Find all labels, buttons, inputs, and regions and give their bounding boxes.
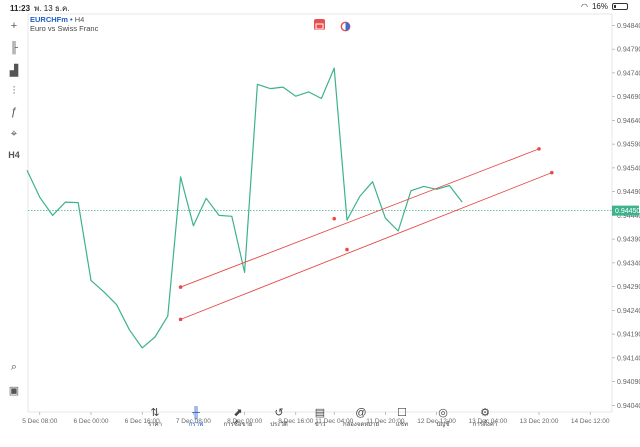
nav-chat-icon: ☐	[397, 407, 407, 419]
y-tick-label: 0.94840	[617, 23, 640, 30]
nav-chart-label: กราฟ	[188, 422, 204, 428]
nav-mailbox-icon: @	[355, 407, 367, 419]
nav-trade[interactable]: ⬈ การซื้อขาย	[215, 408, 261, 429]
price-chart[interactable]: 0.94840 0.94790 0.94740 0.94690 0.94640 0.945…	[0, 0, 640, 447]
nav-history-label: ประวัติ	[270, 422, 288, 428]
current-price-label: 0.94450	[615, 208, 640, 215]
y-tick-label: 0.94290	[617, 284, 640, 291]
nav-settings[interactable]: ⚙ การตั้งค่า	[462, 408, 508, 429]
channel-anchor-point[interactable]	[537, 147, 541, 151]
y-tick-label: 0.94090	[617, 379, 640, 386]
y-tick-label: 0.94340	[617, 260, 640, 267]
y-tick-label: 0.94690	[617, 94, 640, 101]
x-tick-label: 6 Dec 00:00	[73, 418, 108, 425]
y-tick-label: 0.94240	[617, 308, 640, 315]
channel-anchor-point[interactable]	[332, 216, 337, 221]
nav-history[interactable]: ↺ ประวัติ	[256, 408, 302, 429]
x-tick-label: 5 Dec 08:00	[22, 418, 57, 425]
channel-anchor-point[interactable]	[178, 285, 183, 289]
nav-quotes[interactable]: ⇅ ราคา	[132, 408, 178, 429]
x-tick-label: 14 Dec 12:00	[571, 418, 610, 425]
nav-history-icon: ↺	[274, 407, 284, 419]
nav-chat[interactable]: ☐ แชท	[379, 408, 425, 429]
nav-settings-icon: ⚙	[480, 407, 490, 419]
nav-quotes-label: ราคา	[148, 422, 162, 428]
x-tick-label: 13 Dec 20:00	[520, 418, 559, 425]
y-tick-label: 0.94490	[617, 189, 640, 196]
y-tick-label: 0.94790	[617, 47, 640, 54]
nav-chart[interactable]: ╫ กราฟ	[173, 408, 219, 429]
nav-trade-label: การซื้อขาย	[223, 422, 253, 428]
channel-anchor-point[interactable]	[345, 247, 349, 252]
nav-mailbox[interactable]: @ กล่องจดหมาย	[338, 408, 384, 429]
nav-news-icon: ▤	[314, 407, 326, 419]
channel-line-2[interactable]	[180, 172, 552, 320]
nav-accounts-icon: ◎	[438, 407, 448, 419]
y-tick-label: 0.94590	[617, 142, 640, 149]
y-tick-label: 0.94740	[617, 70, 640, 77]
nav-news[interactable]: ▤ ข่าว	[297, 408, 343, 429]
nav-mailbox-label: กล่องจดหมาย	[342, 422, 380, 428]
y-tick-label: 0.94390	[617, 237, 640, 244]
nav-settings-label: การตั้งค่า	[472, 422, 498, 428]
channel-anchor-point[interactable]	[550, 170, 554, 175]
channel-anchor-point[interactable]	[178, 317, 183, 322]
nav-news-label: ข่าว	[314, 422, 326, 428]
y-tick-label: 0.94140	[617, 355, 640, 362]
y-tick-label: 0.94040	[617, 403, 640, 410]
y-tick-label: 0.94640	[617, 118, 640, 125]
y-tick-label: 0.94190	[617, 332, 640, 339]
nav-chart-icon: ╫	[192, 407, 200, 419]
y-tick-label: 0.94540	[617, 165, 640, 172]
nav-accounts-label: บัญชี	[436, 422, 450, 428]
nav-quotes-icon: ⇅	[150, 407, 160, 419]
nav-chat-label: แชท	[396, 422, 408, 428]
bottom-navigation: ⇅ ราคา ╫ กราฟ ⬈ การซื้อขาย ↺ ประวัติ ▤ ข่าว @ กล่อง…	[0, 408, 640, 447]
nav-accounts[interactable]: ◎ บัญชี	[420, 408, 466, 429]
nav-trade-icon: ⬈	[233, 407, 243, 419]
plot-frame	[27, 13, 613, 413]
price-series-line	[26, 67, 463, 349]
channel-line-1[interactable]	[180, 148, 540, 288]
